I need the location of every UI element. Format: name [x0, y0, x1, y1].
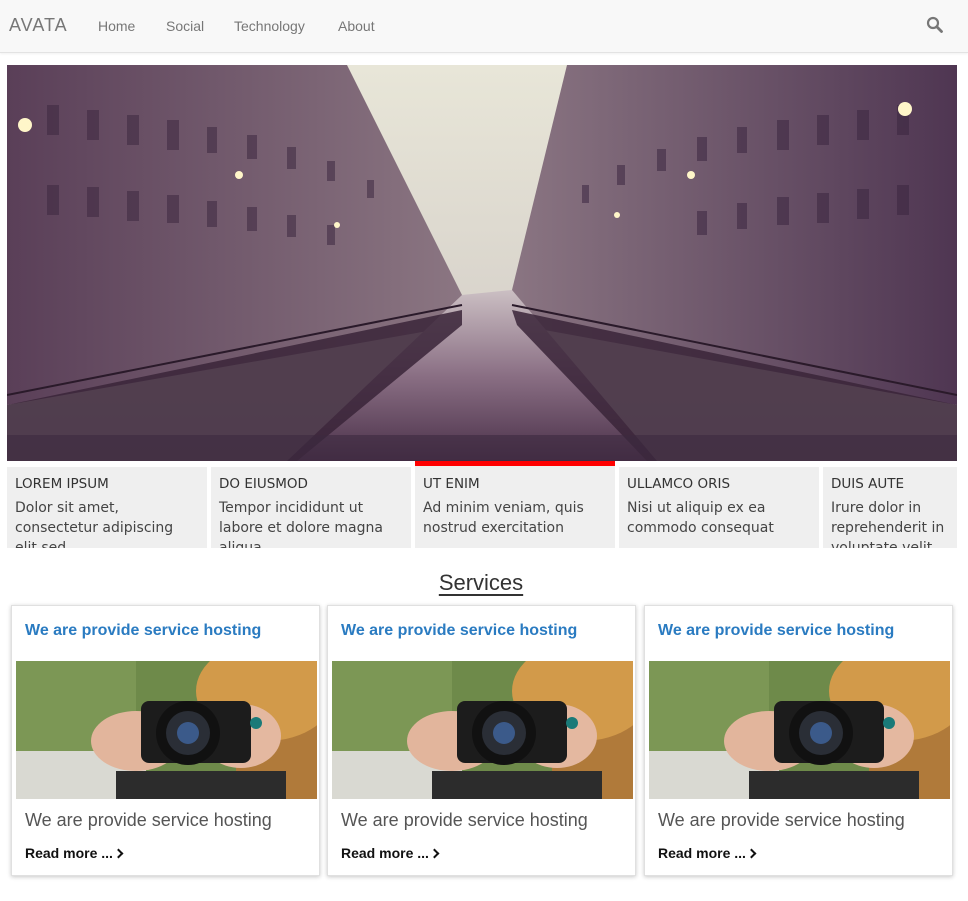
read-more-label: Read more ... — [658, 845, 746, 861]
nav-social[interactable]: Social — [166, 18, 204, 34]
service-card-heading[interactable]: We are provide service hosting — [25, 622, 261, 640]
slide-caption-text: Nisi ut aliquip ex ea commodo consequat — [627, 500, 774, 536]
services-section-title: Services — [438, 570, 524, 595]
read-more-label: Read more ... — [25, 845, 113, 861]
slide-caption-title: DO EIUSMOD — [219, 476, 308, 492]
slide-caption-item[interactable]: DO EIUSMOD Tempor incididunt ut labore e… — [211, 467, 411, 548]
slide-caption-item[interactable]: DUIS AUTE Irure dolor in reprehenderit i… — [823, 467, 957, 548]
read-more-link[interactable]: Read more ... — [658, 845, 757, 861]
slide-caption-title: ULLAMCO ORIS — [627, 476, 731, 492]
slide-caption-item-active[interactable]: UT ENIM Ad minim veniam, quis nostrud ex… — [415, 461, 615, 548]
service-card-heading[interactable]: We are provide service hosting — [658, 622, 894, 640]
read-more-link[interactable]: Read more ... — [25, 845, 124, 861]
service-card: We are provide service hosting We are pr… — [327, 605, 636, 876]
service-card: We are provide service hosting We are pr… — [644, 605, 953, 876]
navbar: AVATA Home Social Technology About — [0, 0, 968, 53]
service-card-description: We are provide service hosting — [341, 810, 588, 830]
brand-logo[interactable]: AVATA — [9, 15, 68, 36]
chevron-right-icon — [113, 848, 124, 859]
slide-caption-item[interactable]: ULLAMCO ORIS Nisi ut aliquip ex ea commo… — [619, 467, 819, 548]
service-card-heading[interactable]: We are provide service hosting — [341, 622, 577, 640]
hero-slide-image — [7, 65, 957, 461]
chevron-right-icon — [746, 848, 757, 859]
read-more-link[interactable]: Read more ... — [341, 845, 440, 861]
nav-about[interactable]: About — [338, 18, 375, 34]
service-card-description: We are provide service hosting — [25, 810, 272, 830]
service-card: We are provide service hosting We are pr… — [11, 605, 320, 876]
chevron-right-icon — [429, 848, 440, 859]
search-icon[interactable] — [926, 16, 944, 34]
slide-caption-title: DUIS AUTE — [831, 476, 905, 492]
camera-photo-image — [16, 661, 317, 799]
slide-caption-text: Ad minim veniam, quis nostrud exercitati… — [423, 500, 584, 536]
slide-caption-item[interactable]: LOREM IPSUM Dolor sit amet, consectetur … — [7, 467, 207, 548]
nav-technology[interactable]: Technology — [234, 18, 305, 34]
service-card-description: We are provide service hosting — [658, 810, 905, 830]
slide-caption-text: Tempor incididunt ut labore et dolore ma… — [219, 500, 383, 548]
slide-caption-title: UT ENIM — [423, 476, 480, 492]
camera-photo-image — [332, 661, 633, 799]
camera-photo-image — [649, 661, 950, 799]
slide-caption-text: Dolor sit amet, consectetur adipiscing e… — [15, 500, 174, 548]
slide-caption-title: LOREM IPSUM — [15, 476, 109, 492]
slider-caption-strip: LOREM IPSUM Dolor sit amet, consectetur … — [7, 461, 957, 549]
active-slide-arrow-icon — [507, 461, 523, 466]
nav-home[interactable]: Home — [98, 18, 135, 34]
slide-caption-text: Irure dolor in reprehenderit in voluptat… — [831, 500, 945, 548]
read-more-label: Read more ... — [341, 845, 429, 861]
